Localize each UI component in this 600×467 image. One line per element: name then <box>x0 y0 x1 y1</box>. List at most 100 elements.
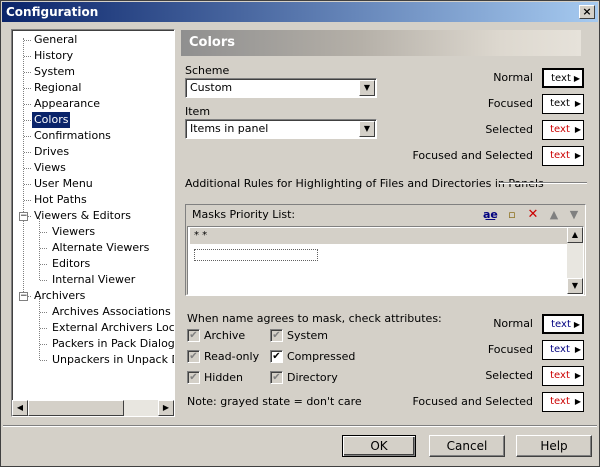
tree-item[interactable]: Alternate Viewers <box>50 240 151 256</box>
title-bar[interactable]: Configuration × <box>2 2 598 22</box>
color-swatch-button[interactable]: text ▶ <box>542 366 584 386</box>
attribute-label: Compressed <box>287 350 356 363</box>
settings-tree[interactable]: General History System Regional Appearance Co… <box>11 29 175 417</box>
close-icon[interactable]: × <box>579 5 595 19</box>
tree-item[interactable]: Packers in Pack Dialog B <box>50 336 174 352</box>
chevron-down-icon[interactable]: ▼ <box>359 121 375 137</box>
swatch-text: text <box>550 396 570 407</box>
tree-line <box>24 104 31 105</box>
swatch-text: text <box>550 150 570 161</box>
list-item[interactable]: * * <box>190 228 569 244</box>
tree-item[interactable]: External Archivers Locatio <box>50 320 174 336</box>
chevron-right-icon: ▶ <box>574 345 582 354</box>
state-label: Focused <box>487 343 533 356</box>
tree-item[interactable]: Regional <box>32 80 83 96</box>
tree-item[interactable]: History <box>32 48 75 64</box>
tree-item[interactable]: System <box>32 64 77 80</box>
tree-horizontal-scrollbar[interactable]: ◀ ▶ <box>12 400 174 416</box>
ok-button[interactable]: OK <box>342 435 416 457</box>
attribute-label: Read-only <box>204 350 260 363</box>
move-down-icon[interactable]: ▼ <box>567 208 581 222</box>
chevron-down-icon[interactable]: ▼ <box>359 80 375 96</box>
masks-vertical-scrollbar[interactable]: ▲ ▼ <box>567 227 583 294</box>
tree-item[interactable]: Archives Associations in P <box>50 304 174 320</box>
masks-list[interactable]: * * ▲ ▼ <box>187 226 584 295</box>
tree-line <box>24 168 31 169</box>
tree-item[interactable]: Internal Viewer <box>50 272 137 288</box>
attribute-checkbox[interactable]: ✔ <box>187 350 200 363</box>
scroll-down-icon[interactable]: ▼ <box>567 278 583 294</box>
tree-line <box>39 298 40 360</box>
tree-item[interactable]: Appearance <box>32 96 102 112</box>
tree-item[interactable]: User Menu <box>32 176 95 192</box>
tree-item[interactable]: Drives <box>32 144 71 160</box>
move-up-icon[interactable]: ▲ <box>547 208 561 222</box>
attribute-label: System <box>287 329 329 342</box>
divider <box>499 182 587 184</box>
attribute-label: Directory <box>287 371 338 384</box>
swatch-text: text <box>550 344 570 355</box>
color-swatch-button[interactable]: text ▶ <box>542 68 584 88</box>
tree-line <box>24 200 31 201</box>
chevron-right-icon: ▶ <box>574 151 582 160</box>
attribute-checkbox[interactable]: ✔ <box>270 329 283 342</box>
swatch-text: text <box>551 73 571 84</box>
scheme-dropdown[interactable]: Custom ▼ <box>185 78 377 98</box>
delete-icon[interactable]: ✕ <box>526 208 540 222</box>
chevron-right-icon: ▶ <box>574 397 582 406</box>
tree-item[interactable]: Confirmations <box>32 128 113 144</box>
attribute-checkbox[interactable]: ✔ <box>187 371 200 384</box>
mask-edit-field[interactable] <box>194 249 318 261</box>
collapse-icon[interactable]: − <box>19 212 28 221</box>
attribute-checkbox[interactable]: ✔ <box>187 329 200 342</box>
tree-item[interactable]: General <box>32 32 79 48</box>
collapse-icon[interactable]: − <box>19 292 28 301</box>
tree-line <box>40 232 47 233</box>
color-swatch-button[interactable]: text ▶ <box>542 146 584 166</box>
attribute-checkbox[interactable]: ✔ <box>270 350 283 363</box>
masks-group: Masks Priority List: a͟e ▫ ✕ ▲ ▼ * * ▲ ▼ <box>185 204 586 296</box>
color-swatch-button[interactable]: text ▶ <box>542 120 584 140</box>
item-label: Item <box>185 105 211 118</box>
masks-toolbar: Masks Priority List: a͟e ▫ ✕ ▲ ▼ <box>187 206 584 224</box>
tree-item[interactable]: Viewers & Editors <box>32 208 133 224</box>
scroll-up-icon[interactable]: ▲ <box>567 227 583 243</box>
scroll-left-icon[interactable]: ◀ <box>12 400 28 416</box>
color-swatch-button[interactable]: text ▶ <box>542 392 584 412</box>
chevron-right-icon: ▶ <box>573 74 581 83</box>
chevron-right-icon: ▶ <box>574 371 582 380</box>
tree-line <box>40 280 47 281</box>
edit-text-icon[interactable]: a͟e <box>483 208 498 222</box>
window-title: Configuration <box>6 5 99 19</box>
swatch-text: text <box>550 124 570 135</box>
scroll-right-icon[interactable]: ▶ <box>158 400 174 416</box>
state-label: Focused and Selected <box>412 395 533 408</box>
state-label: Focused and Selected <box>412 149 533 162</box>
tree-item[interactable]: Unpackers in Unpack Dia <box>50 352 174 368</box>
color-swatch-button[interactable]: text ▶ <box>542 314 584 334</box>
tree-item[interactable]: Hot Paths <box>32 192 89 208</box>
swatch-text: text <box>550 370 570 381</box>
tree-item[interactable]: Editors <box>50 256 92 272</box>
scheme-value: Custom <box>190 81 233 94</box>
tree-line <box>24 72 31 73</box>
help-button[interactable]: Help <box>516 435 592 457</box>
tree-line <box>24 136 31 137</box>
tree-item[interactable]: Views <box>32 160 68 176</box>
tree-item[interactable]: Colors <box>32 112 71 128</box>
attribute-checkbox[interactable]: ✔ <box>270 371 283 384</box>
tree-line <box>39 218 40 280</box>
tree-item[interactable]: Archivers <box>32 288 87 304</box>
swatch-text: text <box>551 319 571 330</box>
cancel-button[interactable]: Cancel <box>429 435 505 457</box>
color-swatch-button[interactable]: text ▶ <box>542 340 584 360</box>
new-item-icon[interactable]: ▫ <box>505 208 519 222</box>
tree-line <box>23 38 24 294</box>
tree-item[interactable]: Viewers <box>50 224 97 240</box>
color-swatch-button[interactable]: text ▶ <box>542 94 584 114</box>
tree-line <box>24 40 31 41</box>
scroll-thumb[interactable] <box>28 400 124 416</box>
item-dropdown[interactable]: Items in panel ▼ <box>185 119 377 139</box>
attributes-label: When name agrees to mask, check attribut… <box>187 312 442 325</box>
chevron-right-icon: ▶ <box>573 320 581 329</box>
